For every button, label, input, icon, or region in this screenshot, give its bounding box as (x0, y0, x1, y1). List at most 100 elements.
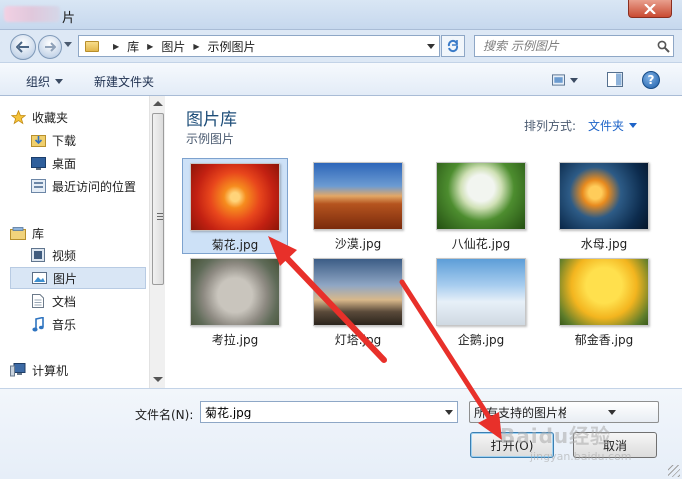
file-name: 考拉.jpg (211, 333, 259, 347)
file-item-koala[interactable]: 考拉.jpg (182, 254, 288, 350)
thumbnail-image (313, 162, 403, 230)
search-box[interactable] (474, 35, 674, 57)
file-type-filter-value: 所有支持的图片格式 (*.jpg;*.jp (474, 405, 566, 420)
library-icon (10, 225, 26, 241)
computer-icon (10, 362, 26, 378)
sidebar-item-label: 计算机 (32, 363, 69, 378)
thumbnail-image (559, 258, 649, 326)
scroll-down-icon[interactable] (153, 377, 163, 382)
search-input[interactable] (475, 39, 653, 53)
chevron-down-icon (55, 79, 64, 84)
thumbnail-image (190, 163, 280, 231)
recent-pages-dropdown-icon[interactable] (64, 42, 72, 48)
scrollbar-thumb[interactable] (152, 113, 164, 285)
search-icon[interactable] (653, 40, 673, 53)
change-view-button[interactable] (552, 72, 578, 88)
close-button[interactable] (628, 0, 672, 18)
breadcrumb-library[interactable]: 库 (127, 38, 139, 55)
pictures-icon (31, 270, 47, 286)
chevron-down-icon (445, 409, 453, 415)
address-row: ▶ 库 ▶ 图片 ▶ 示例图片 (0, 30, 682, 62)
help-icon: ? (647, 73, 655, 87)
file-item-jellyfish[interactable]: 水母.jpg (551, 158, 657, 254)
file-name: 水母.jpg (580, 237, 628, 251)
forward-arrow-icon (45, 42, 56, 52)
organize-menu-button[interactable]: 组织 (26, 73, 64, 90)
file-item-desert[interactable]: 沙漠.jpg (305, 158, 411, 254)
file-name: 八仙花.jpg (451, 237, 511, 251)
new-folder-label: 新建文件夹 (94, 75, 155, 89)
sidebar-scrollbar[interactable] (149, 96, 165, 388)
sidebar-item-pictures[interactable]: 图片 (10, 267, 146, 289)
back-button[interactable] (10, 34, 36, 60)
back-arrow-icon (16, 41, 29, 53)
preview-pane-button[interactable] (607, 72, 623, 88)
file-name: 企鹅.jpg (457, 333, 505, 347)
file-item-tulips[interactable]: 郁金香.jpg (551, 254, 657, 350)
breadcrumb-sample-pictures[interactable]: 示例图片 (208, 38, 256, 55)
help-button[interactable]: ? (642, 71, 660, 89)
library-subtitle: 示例图片 (186, 132, 235, 146)
downloads-folder-icon (30, 132, 46, 148)
breadcrumb-separator-icon[interactable]: ▶ (113, 42, 119, 51)
refresh-button[interactable] (441, 35, 465, 57)
folder-icon (85, 40, 99, 52)
sidebar-item-label: 桌面 (52, 156, 77, 171)
file-name: 郁金香.jpg (574, 333, 634, 347)
filename-label: 文件名(N): (135, 408, 194, 422)
arrange-by-dropdown[interactable]: 文件夹 (588, 117, 638, 134)
new-folder-button[interactable]: 新建文件夹 (94, 73, 154, 90)
watermark-url: jingyan.baidu.com (530, 450, 632, 463)
chevron-down-icon[interactable] (570, 77, 578, 83)
address-bar[interactable]: ▶ 库 ▶ 图片 ▶ 示例图片 (78, 35, 440, 57)
sidebar-item-libraries[interactable]: 库 (10, 222, 150, 244)
sidebar-item-desktop[interactable]: 桌面 (30, 152, 148, 174)
sidebar-item-music[interactable]: 音乐 (30, 313, 148, 335)
resize-grip-icon[interactable] (668, 465, 680, 477)
breadcrumb-separator-icon[interactable]: ▶ (147, 42, 153, 51)
breadcrumb-separator-icon[interactable]: ▶ (193, 42, 199, 51)
refresh-icon (447, 39, 459, 53)
navigation-pane: 收藏夹 下载 桌面 最近访问的位置 库 视频 图片 文档 音乐 计算机 (0, 96, 165, 388)
sidebar-item-favorites[interactable]: 收藏夹 (10, 106, 150, 128)
sidebar-item-documents[interactable]: 文档 (30, 290, 148, 312)
forward-button[interactable] (38, 35, 62, 59)
file-name: 灯塔.jpg (334, 333, 382, 347)
sidebar-item-downloads[interactable]: 下载 (30, 129, 148, 151)
close-icon (644, 3, 656, 14)
thumbnail-image (313, 258, 403, 326)
chevron-down-icon (427, 43, 435, 49)
file-item-lighthouse[interactable]: 灯塔.jpg (305, 254, 411, 350)
view-icon (552, 74, 565, 86)
sidebar-item-videos[interactable]: 视频 (30, 244, 148, 266)
thumbnail-image (559, 162, 649, 230)
documents-icon (30, 293, 46, 309)
filename-combobox[interactable] (200, 401, 458, 423)
thumbnail-image (190, 258, 280, 326)
sidebar-item-computer[interactable]: 计算机 (10, 359, 150, 381)
sidebar-item-label: 视频 (52, 248, 77, 263)
file-item-hydrangeas[interactable]: 八仙花.jpg (428, 158, 534, 254)
arrange-by-label: 排列方式: (524, 119, 577, 133)
address-dropdown-button[interactable] (423, 36, 439, 56)
file-item-penguins[interactable]: 企鹅.jpg (428, 254, 534, 350)
sidebar-item-recent-places[interactable]: 最近访问的位置 (30, 175, 148, 197)
file-name: 沙漠.jpg (334, 237, 382, 251)
filename-dropdown-button[interactable] (441, 409, 457, 415)
sidebar-item-label: 音乐 (52, 317, 77, 332)
file-item-chrysanthemum[interactable]: 菊花.jpg (182, 158, 288, 254)
sidebar-item-label: 最近访问的位置 (52, 179, 137, 194)
scroll-up-icon[interactable] (153, 101, 163, 106)
sidebar-item-label: 文档 (52, 294, 77, 309)
filename-input[interactable] (201, 405, 441, 419)
file-name: 菊花.jpg (211, 238, 259, 252)
organize-label: 组织 (26, 75, 51, 89)
command-toolbar: 组织 新建文件夹 ? (0, 62, 682, 96)
desktop-icon (30, 155, 46, 171)
chevron-down-icon (629, 123, 638, 128)
sidebar-item-label: 库 (32, 226, 45, 241)
sidebar-item-label: 图片 (53, 271, 78, 286)
sidebar-item-label: 下载 (52, 133, 77, 148)
breadcrumb-pictures[interactable]: 图片 (161, 38, 185, 55)
grip-icon (157, 213, 163, 220)
